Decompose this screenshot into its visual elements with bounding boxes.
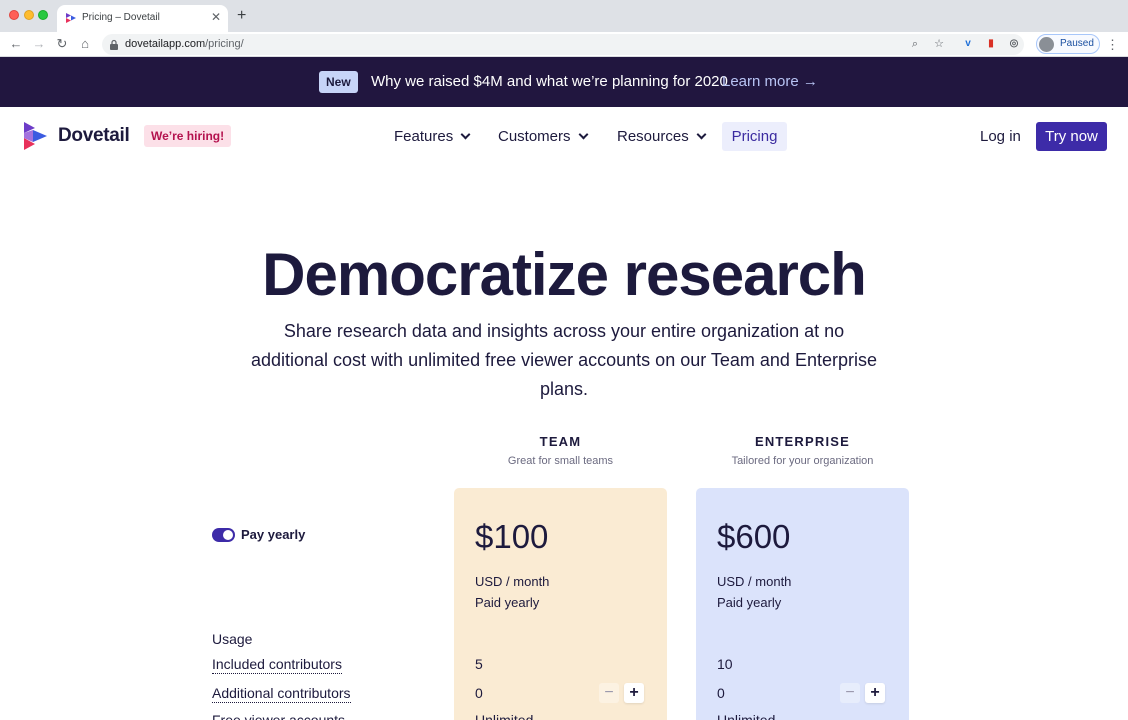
- enterprise-increment-button[interactable]: +: [865, 683, 885, 703]
- brand-name[interactable]: Dovetail: [58, 125, 130, 147]
- back-icon[interactable]: ←: [8, 36, 24, 52]
- team-price: $100: [475, 518, 549, 555]
- pay-yearly-label[interactable]: Pay yearly: [241, 527, 305, 542]
- browser-toolbar: ← → ↻ ⌂ dovetailapp.com/pricing/ ⌕ ☆ v ▮…: [0, 32, 1128, 57]
- nav-features[interactable]: Features: [394, 128, 471, 145]
- close-tab-icon[interactable]: ✕: [211, 10, 221, 24]
- team-billing-period: Paid yearly: [475, 595, 540, 610]
- page-title: Democratize research: [262, 241, 867, 308]
- enterprise-billing-period: Paid yearly: [717, 595, 782, 610]
- team-plan-header: TEAM Great for small teams: [454, 434, 667, 467]
- enterprise-included-contributors: 10: [717, 656, 733, 672]
- team-additional-contributors: 0: [475, 685, 483, 701]
- team-decrement-button[interactable]: −: [599, 683, 619, 703]
- url-path: /pricing/: [205, 38, 244, 50]
- bookmark-star-icon[interactable]: ☆: [932, 37, 946, 51]
- nav-pricing[interactable]: Pricing: [722, 122, 787, 151]
- browser-tab-bar: Pricing – Dovetail ✕ +: [0, 0, 1128, 32]
- dovetail-logo-icon[interactable]: [23, 121, 49, 151]
- enterprise-price-currency: USD / month: [717, 574, 792, 589]
- additional-contributors-label[interactable]: Additional contributors: [212, 685, 351, 703]
- team-plan-name: TEAM: [539, 434, 582, 449]
- free-viewer-accounts-label[interactable]: Free viewer accounts: [212, 712, 346, 720]
- enterprise-plan-header: ENTERPRISE Tailored for your organizatio…: [696, 434, 909, 467]
- enterprise-decrement-button[interactable]: −: [840, 683, 860, 703]
- hero-subtitle: Share research data and insights across …: [250, 321, 877, 399]
- red-extension-icon[interactable]: ▮: [984, 37, 998, 51]
- enterprise-plan-tagline: Tailored for your organization: [731, 455, 874, 467]
- included-contributors-text: Included contributors: [212, 656, 342, 674]
- new-badge: New: [319, 71, 358, 93]
- toggle-knob: [223, 530, 233, 540]
- hiring-badge[interactable]: We’re hiring!: [144, 125, 232, 147]
- enterprise-price-unit: USD / month Paid yearly: [717, 571, 791, 613]
- team-increment-button[interactable]: +: [624, 683, 644, 703]
- nav-customers-label: Customers: [498, 128, 571, 145]
- tab-title: Pricing – Dovetail: [82, 12, 160, 23]
- nav-resources[interactable]: Resources: [617, 128, 707, 145]
- learn-more-link[interactable]: Learn more →: [722, 73, 818, 90]
- team-price-unit: USD / month Paid yearly: [475, 571, 549, 613]
- url-domain: dovetailapp.com: [125, 38, 206, 50]
- profile-button[interactable]: Paused: [1036, 34, 1100, 54]
- close-window-button[interactable]: [9, 10, 19, 20]
- nav-resources-label: Resources: [617, 128, 689, 145]
- enterprise-additional-contributors: 0: [717, 685, 725, 701]
- forward-icon[interactable]: →: [31, 36, 47, 52]
- team-price-currency: USD / month: [475, 574, 550, 589]
- announcement-banner: New Why we raised $4M and what we’re pla…: [0, 57, 1128, 107]
- avatar: [1039, 37, 1054, 52]
- url-text: dovetailapp.com/pricing/: [125, 38, 244, 50]
- pay-yearly-toggle[interactable]: [212, 528, 235, 542]
- enterprise-price: $600: [717, 518, 791, 555]
- new-tab-icon[interactable]: +: [237, 8, 246, 24]
- browser-tab-pricing[interactable]: Pricing – Dovetail ✕: [57, 5, 228, 32]
- enterprise-plan-name: ENTERPRISE: [754, 434, 851, 449]
- try-now-button[interactable]: Try now: [1036, 122, 1107, 151]
- profile-status: Paused: [1060, 38, 1094, 49]
- zoom-window-button[interactable]: [38, 10, 48, 20]
- usage-section-label: Usage: [212, 631, 253, 647]
- browser-menu-icon[interactable]: ⋮: [1106, 37, 1119, 53]
- chevron-down-icon: [696, 129, 707, 140]
- chevron-down-icon: [578, 129, 588, 140]
- nav-features-label: Features: [394, 128, 454, 145]
- additional-contributors-text: Additional contributors: [212, 685, 351, 703]
- team-included-contributors: 5: [475, 656, 483, 672]
- team-plan-tagline: Great for small teams: [507, 455, 614, 467]
- minimize-window-button[interactable]: [24, 10, 34, 20]
- free-viewer-accounts-text: Free viewer accounts: [212, 712, 346, 720]
- dovetail-favicon-icon: [66, 13, 76, 23]
- vimeo-extension-icon[interactable]: v: [961, 37, 975, 51]
- globe-extension-icon[interactable]: ◎: [1007, 37, 1021, 51]
- announcement-text: Why we raised $4M and what we’re plannin…: [371, 73, 728, 90]
- login-link[interactable]: Log in: [980, 128, 1021, 145]
- nav-customers[interactable]: Customers: [498, 128, 588, 145]
- reload-icon[interactable]: ↻: [54, 36, 70, 52]
- chevron-down-icon: [460, 129, 471, 140]
- lock-icon: [110, 39, 118, 50]
- team-free-viewer-accounts: Unlimited: [475, 712, 534, 720]
- address-bar[interactable]: dovetailapp.com/pricing/ ⌕ ☆: [102, 34, 1024, 55]
- included-contributors-label[interactable]: Included contributors: [212, 656, 342, 674]
- zoom-icon[interactable]: ⌕: [908, 37, 922, 51]
- enterprise-free-viewer-accounts: Unlimited: [717, 712, 776, 720]
- home-icon[interactable]: ⌂: [77, 36, 93, 52]
